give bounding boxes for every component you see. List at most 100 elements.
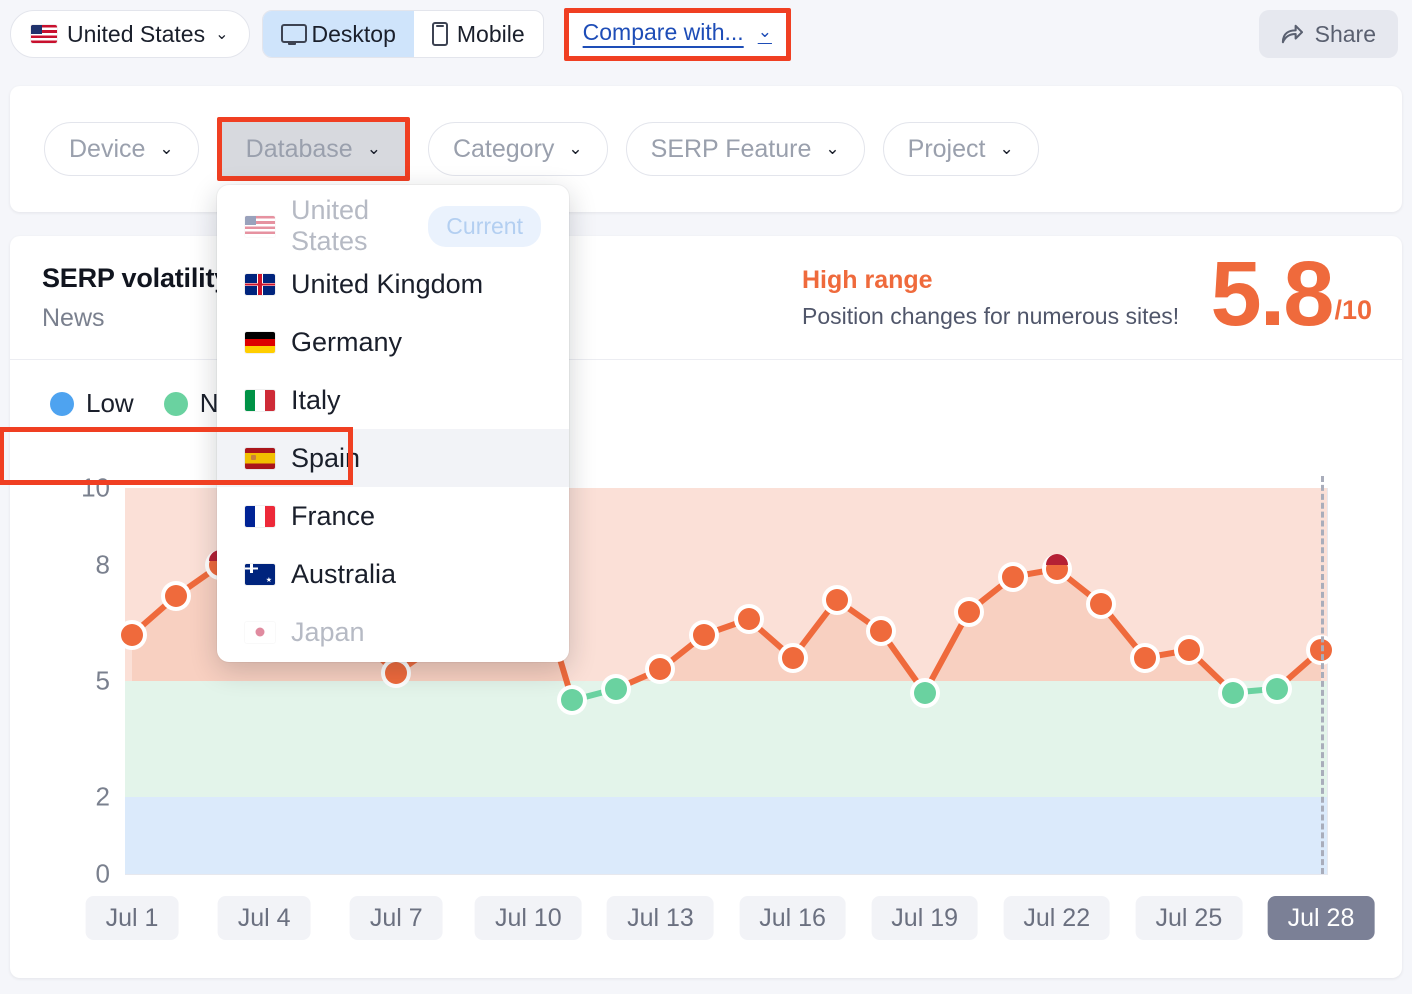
x-axis-tick-chip[interactable]: Jul 7	[350, 896, 443, 940]
filter-device-label: Device	[69, 135, 145, 164]
y-axis-tick: 10	[81, 473, 110, 504]
share-label: Share	[1315, 21, 1376, 48]
chart-data-point[interactable]	[165, 585, 187, 607]
chart-data-point[interactable]	[870, 620, 892, 642]
dropdown-item-spain[interactable]: Spain	[217, 429, 569, 487]
x-axis-tick-chip[interactable]: Jul 19	[871, 896, 978, 940]
x-axis-tick-chip[interactable]: Jul 1	[86, 896, 179, 940]
de-flag-icon	[245, 332, 275, 353]
filter-category[interactable]: Category ⌄	[428, 122, 608, 176]
es-flag-icon	[245, 448, 275, 469]
tab-desktop[interactable]: Desktop	[263, 11, 414, 57]
dropdown-item-italy[interactable]: Italy	[217, 371, 569, 429]
filter-serp-feature[interactable]: SERP Feature ⌄	[626, 122, 865, 176]
filter-serp-feature-label: SERP Feature	[651, 135, 812, 164]
country-selector[interactable]: United States ⌄	[10, 10, 250, 58]
x-axis-tick-chip[interactable]: Jul 28	[1268, 896, 1375, 940]
x-axis-tick-chip[interactable]: Jul 13	[607, 896, 714, 940]
dropdown-item-japan: Japan	[217, 603, 569, 661]
filter-database-label: Database	[246, 135, 353, 164]
chart-x-axis: Jul 1 Jul 4 Jul 7 Jul 10 Jul 13 Jul 16 Jul 19 J…	[10, 896, 1402, 956]
filter-project[interactable]: Project ⌄	[883, 122, 1039, 176]
top-toolbar: United States ⌄ Desktop Mobile Compare w…	[0, 0, 1412, 68]
share-arrow-icon	[1281, 24, 1303, 44]
filter-category-label: Category	[453, 135, 554, 164]
tab-mobile[interactable]: Mobile	[414, 11, 543, 57]
chart-data-point[interactable]	[385, 662, 407, 684]
filter-project-label: Project	[908, 135, 986, 164]
y-axis-tick: 5	[96, 666, 110, 697]
chart-data-point[interactable]	[1222, 682, 1244, 704]
dropdown-item-label: Australia	[291, 559, 396, 590]
x-axis-tick-chip[interactable]: Jul 25	[1136, 896, 1243, 940]
tab-mobile-label: Mobile	[457, 21, 525, 48]
filter-database[interactable]: Database ⌄	[222, 122, 405, 176]
chart-data-point[interactable]	[649, 658, 671, 680]
country-selector-label: United States	[67, 21, 205, 48]
dropdown-item-united-states: United States Current	[217, 197, 569, 255]
chevron-down-icon: ⌄	[999, 139, 1013, 159]
x-axis-tick-chip[interactable]: Jul 16	[739, 896, 846, 940]
chart-data-point[interactable]	[914, 682, 936, 704]
share-button[interactable]: Share	[1259, 10, 1398, 58]
dropdown-item-australia[interactable]: Australia	[217, 545, 569, 603]
filter-database-highlight: Database ⌄	[217, 117, 410, 181]
chevron-down-icon: ⌄	[215, 24, 228, 44]
x-axis-tick-chip[interactable]: Jul 4	[218, 896, 311, 940]
y-axis-tick: 2	[96, 781, 110, 812]
chart-data-point[interactable]	[1002, 566, 1024, 588]
x-axis-tick-chip[interactable]: Jul 22	[1003, 896, 1110, 940]
chart-data-point[interactable]	[958, 601, 980, 623]
chevron-down-icon: ⌄	[758, 22, 772, 42]
app-root: United States ⌄ Desktop Mobile Compare w…	[0, 0, 1412, 994]
y-axis-tick: 8	[96, 550, 110, 581]
chevron-down-icon: ⌄	[568, 139, 582, 159]
us-flag-icon	[245, 216, 275, 237]
forecast-boundary-line	[1321, 476, 1324, 874]
tab-desktop-label: Desktop	[312, 21, 396, 48]
y-axis-tick: 0	[96, 859, 110, 890]
chart-data-point[interactable]	[782, 647, 804, 669]
fr-flag-icon	[245, 506, 275, 527]
filter-device[interactable]: Device ⌄	[44, 122, 199, 176]
au-flag-icon	[245, 564, 275, 585]
us-flag-icon	[31, 25, 57, 43]
dropdown-item-france[interactable]: France	[217, 487, 569, 545]
dropdown-item-label: United States	[291, 195, 392, 257]
compare-with-highlight: Compare with... ⌄	[564, 8, 791, 61]
chart-gridline	[125, 874, 1328, 875]
gb-flag-icon	[245, 274, 275, 295]
chevron-down-icon: ⌄	[825, 139, 839, 159]
monitor-icon	[281, 23, 303, 45]
jp-flag-icon	[245, 622, 275, 643]
dropdown-item-label: Spain	[291, 443, 360, 474]
chevron-down-icon: ⌄	[367, 139, 381, 159]
chart-data-point[interactable]	[1134, 647, 1156, 669]
chart-data-point[interactable]	[1178, 639, 1200, 661]
dropdown-item-united-kingdom[interactable]: United Kingdom	[217, 255, 569, 313]
chart-data-point[interactable]	[738, 608, 760, 630]
chart-data-point[interactable]	[561, 689, 583, 711]
dropdown-item-label: Germany	[291, 327, 402, 358]
chart-data-point[interactable]	[1266, 678, 1288, 700]
compare-with-label: Compare with...	[583, 19, 744, 46]
chart-right-border	[1327, 488, 1328, 874]
dropdown-item-label: France	[291, 501, 375, 532]
chart-data-point[interactable]	[605, 678, 627, 700]
current-database-badge: Current	[428, 206, 541, 247]
phone-icon	[432, 22, 448, 46]
chart-data-point[interactable]	[121, 624, 143, 646]
database-dropdown-menu[interactable]: United States Current United Kingdom German…	[217, 185, 569, 662]
chart-data-point[interactable]	[826, 589, 848, 611]
dropdown-item-label: United Kingdom	[291, 269, 483, 300]
dropdown-item-germany[interactable]: Germany	[217, 313, 569, 371]
dropdown-item-label: Japan	[291, 617, 365, 648]
x-axis-tick-chip[interactable]: Jul 10	[475, 896, 582, 940]
device-segmented-control: Desktop Mobile	[262, 10, 544, 58]
compare-with-button[interactable]: Compare with... ⌄	[583, 19, 772, 46]
chevron-down-icon: ⌄	[159, 139, 173, 159]
chart-y-axis: 025810	[10, 488, 110, 874]
chart-data-point[interactable]	[1090, 593, 1112, 615]
it-flag-icon	[245, 390, 275, 411]
chart-data-point[interactable]	[693, 624, 715, 646]
